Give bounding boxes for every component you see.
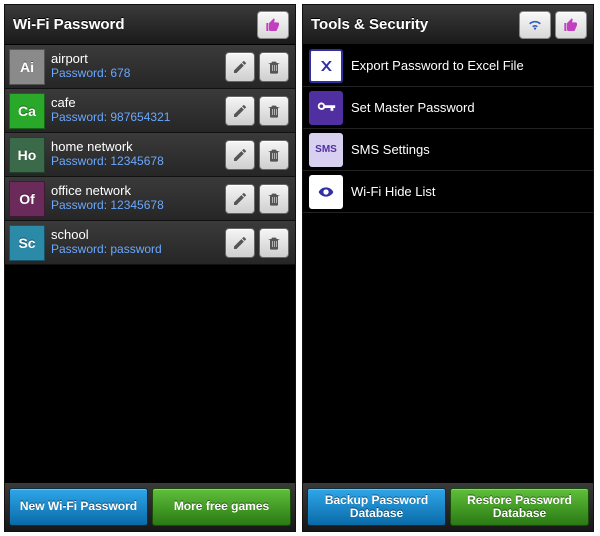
thumbs-up-icon bbox=[264, 17, 282, 33]
tool-hide-list[interactable]: Wi-Fi Hide List bbox=[303, 171, 593, 213]
bottom-bar-left: New Wi-Fi Password More free games bbox=[5, 483, 295, 531]
row-badge: Ca bbox=[9, 93, 45, 129]
empty-area bbox=[5, 265, 295, 483]
network-name: office network bbox=[51, 184, 225, 199]
restore-button[interactable]: Restore Password Database bbox=[450, 488, 589, 526]
pencil-icon bbox=[232, 235, 248, 251]
screen-title: Wi-Fi Password bbox=[11, 16, 253, 33]
trash-icon bbox=[266, 103, 282, 119]
bottom-bar-right: Backup Password Database Restore Passwor… bbox=[303, 483, 593, 531]
edit-button[interactable] bbox=[225, 184, 255, 214]
row-text: home network Password: 12345678 bbox=[51, 140, 225, 169]
row-text: school Password: password bbox=[51, 228, 225, 257]
password-line: Password: password bbox=[51, 243, 225, 257]
row-text: cafe Password: 987654321 bbox=[51, 96, 225, 125]
wifi-row[interactable]: Of office network Password: 12345678 bbox=[5, 177, 295, 221]
screen-tools-security: Tools & Security Export Password to Exce… bbox=[302, 4, 594, 532]
password-line: Password: 678 bbox=[51, 67, 225, 81]
delete-button[interactable] bbox=[259, 52, 289, 82]
row-text: airport Password: 678 bbox=[51, 52, 225, 81]
tool-sms-settings[interactable]: SMS SMS Settings bbox=[303, 129, 593, 171]
edit-button[interactable] bbox=[225, 52, 255, 82]
network-name: school bbox=[51, 228, 225, 243]
key-icon bbox=[309, 91, 343, 125]
delete-button[interactable] bbox=[259, 184, 289, 214]
titlebar-left: Wi-Fi Password bbox=[5, 5, 295, 45]
tool-label: SMS Settings bbox=[351, 142, 430, 157]
row-badge: Sc bbox=[9, 225, 45, 261]
tools-list: Export Password to Excel File Set Master… bbox=[303, 45, 593, 213]
screen-title: Tools & Security bbox=[309, 16, 515, 33]
delete-button[interactable] bbox=[259, 96, 289, 126]
new-wifi-button[interactable]: New Wi-Fi Password bbox=[9, 488, 148, 526]
eye-icon bbox=[309, 175, 343, 209]
wifi-icon bbox=[526, 18, 544, 32]
wifi-row[interactable]: Ai airport Password: 678 bbox=[5, 45, 295, 89]
excel-icon bbox=[309, 49, 343, 83]
delete-button[interactable] bbox=[259, 140, 289, 170]
sms-icon: SMS bbox=[309, 133, 343, 167]
row-badge: Ai bbox=[9, 49, 45, 85]
thumbs-up-icon bbox=[562, 17, 580, 33]
tool-label: Export Password to Excel File bbox=[351, 58, 524, 73]
edit-button[interactable] bbox=[225, 96, 255, 126]
wifi-row[interactable]: Ca cafe Password: 987654321 bbox=[5, 89, 295, 133]
network-name: cafe bbox=[51, 96, 225, 111]
pencil-icon bbox=[232, 147, 248, 163]
tool-label: Wi-Fi Hide List bbox=[351, 184, 436, 199]
pencil-icon bbox=[232, 103, 248, 119]
wifi-list: Ai airport Password: 678 Ca cafe Passwor… bbox=[5, 45, 295, 265]
pencil-icon bbox=[232, 59, 248, 75]
trash-icon bbox=[266, 191, 282, 207]
row-badge: Of bbox=[9, 181, 45, 217]
pencil-icon bbox=[232, 191, 248, 207]
wifi-row[interactable]: Ho home network Password: 12345678 bbox=[5, 133, 295, 177]
tool-export-excel[interactable]: Export Password to Excel File bbox=[303, 45, 593, 87]
password-line: Password: 12345678 bbox=[51, 199, 225, 213]
tool-master-password[interactable]: Set Master Password bbox=[303, 87, 593, 129]
row-text: office network Password: 12345678 bbox=[51, 184, 225, 213]
edit-button[interactable] bbox=[225, 228, 255, 258]
network-name: airport bbox=[51, 52, 225, 67]
titlebar-right: Tools & Security bbox=[303, 5, 593, 45]
backup-button[interactable]: Backup Password Database bbox=[307, 488, 446, 526]
trash-icon bbox=[266, 59, 282, 75]
edit-button[interactable] bbox=[225, 140, 255, 170]
like-button[interactable] bbox=[555, 11, 587, 39]
like-button[interactable] bbox=[257, 11, 289, 39]
network-name: home network bbox=[51, 140, 225, 155]
row-badge: Ho bbox=[9, 137, 45, 173]
empty-area bbox=[303, 213, 593, 483]
wifi-row[interactable]: Sc school Password: password bbox=[5, 221, 295, 265]
password-line: Password: 12345678 bbox=[51, 155, 225, 169]
tool-label: Set Master Password bbox=[351, 100, 475, 115]
wifi-toggle-button[interactable] bbox=[519, 11, 551, 39]
screen-wifi-password: Wi-Fi Password Ai airport Password: 678 … bbox=[4, 4, 296, 532]
trash-icon bbox=[266, 147, 282, 163]
trash-icon bbox=[266, 235, 282, 251]
delete-button[interactable] bbox=[259, 228, 289, 258]
more-games-button[interactable]: More free games bbox=[152, 488, 291, 526]
password-line: Password: 987654321 bbox=[51, 111, 225, 125]
